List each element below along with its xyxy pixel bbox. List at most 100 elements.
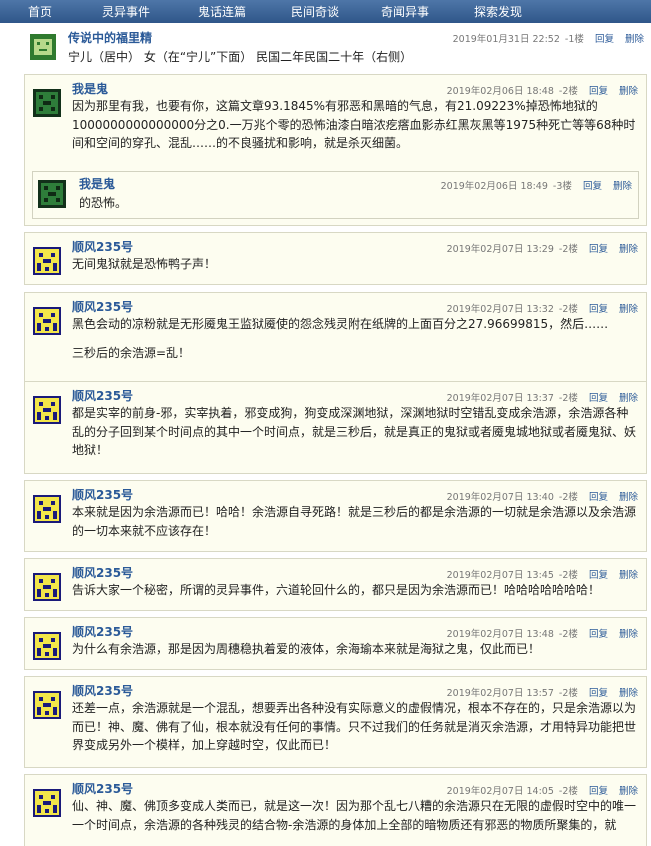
reply-card: 顺风235号 2019年02月07日 13:29 -2楼 回复 删除 无间鬼狱就… — [24, 232, 647, 285]
reply-content: 还差一点，余浩源就是一个混乱，想要弄出各种没有实际意义的虚假情况，根本不存在的，… — [72, 699, 638, 755]
avatar[interactable] — [33, 632, 61, 660]
reply-paragraph: 都是实宰的前身-邪，实宰执着，邪变成狗，狗变成深渊地狱，深渊地狱时空错乱变成余浩… — [72, 406, 637, 457]
avatar[interactable] — [33, 89, 61, 117]
delete-link[interactable]: 删除 — [619, 244, 638, 255]
reply-card: 顺风235号 2019年02月07日 13:37 -2楼 回复 删除 都是实宰的… — [24, 381, 647, 474]
reply-floor: -2楼 — [558, 393, 578, 404]
reply-card: 顺风235号 2019年02月07日 13:48 -2楼 回复 删除 为什么有余… — [24, 617, 647, 670]
delete-link[interactable]: 删除 — [619, 492, 638, 503]
reply-meta: 2019年02月07日 13:48 -2楼 回复 删除 — [447, 626, 638, 640]
reply-link[interactable]: 回复 — [589, 304, 608, 315]
nav-supernatural[interactable]: 灵异事件 — [80, 3, 172, 20]
nav-oddities[interactable]: 奇闻异事 — [358, 3, 452, 20]
reply-content: 无间鬼狱就是恐怖鸭子声！ — [72, 255, 638, 274]
root-post: 传说中的福里精 2019年01月31日 22:52 -1楼 回复 删除 宁儿（居… — [24, 28, 650, 72]
reply-author[interactable]: 我是鬼 — [79, 175, 115, 192]
delete-link[interactable]: 删除 — [619, 688, 638, 699]
reply-time: 2019年02月07日 13:57 — [446, 688, 554, 699]
nav-ghost-stories[interactable]: 鬼话连篇 — [172, 3, 272, 20]
pixel-invader-blue-yellow-icon — [33, 691, 61, 719]
top-nav: 首页 灵异事件 鬼话连篇 民间奇谈 奇闻异事 探索发现 — [0, 0, 651, 23]
pixel-invader-blue-yellow-icon — [33, 307, 61, 335]
nav-explore[interactable]: 探索发现 — [452, 3, 544, 20]
pixel-invader-green-icon — [30, 34, 56, 60]
post-content: 宁儿（居中） 女（在“宁儿”下面） 民国二年民国二十年（右侧） — [68, 50, 413, 64]
reply-time: 2019年02月07日 13:29 — [446, 244, 554, 255]
reply-link[interactable]: 回复 — [589, 570, 608, 581]
avatar[interactable] — [30, 34, 56, 60]
reply-floor: -2楼 — [558, 244, 578, 255]
reply-author[interactable]: 顺风235号 — [72, 387, 133, 404]
pixel-invader-blue-yellow-icon — [33, 495, 61, 523]
reply-floor: -2楼 — [558, 492, 578, 503]
reply-meta: 2019年02月07日 13:57 -2楼 回复 删除 — [447, 685, 638, 699]
reply-author[interactable]: 顺风235号 — [72, 238, 133, 255]
reply-author[interactable]: 顺风235号 — [72, 298, 133, 315]
reply-link[interactable]: 回复 — [589, 86, 608, 97]
reply-author[interactable]: 顺风235号 — [72, 486, 133, 503]
reply-author[interactable]: 顺风235号 — [72, 564, 133, 581]
delete-link[interactable]: 删除 — [619, 304, 638, 315]
reply-card: 我是鬼 2019年02月06日 18:48 -2楼 回复 删除 因为那里有我，也… — [24, 74, 647, 226]
reply-floor: -2楼 — [558, 629, 578, 640]
nav-home[interactable]: 首页 — [0, 3, 80, 20]
post-author[interactable]: 传说中的福里精 — [68, 29, 152, 46]
thread: 传说中的福里精 2019年01月31日 22:52 -1楼 回复 删除 宁儿（居… — [24, 28, 650, 846]
reply-floor: -2楼 — [558, 86, 578, 97]
reply-link[interactable]: 回复 — [595, 34, 614, 45]
avatar[interactable] — [33, 691, 61, 719]
avatar[interactable] — [33, 307, 61, 335]
delete-link[interactable]: 删除 — [619, 570, 638, 581]
pixel-invader-blue-yellow-icon — [33, 247, 61, 275]
reply-floor: -2楼 — [558, 304, 578, 315]
reply-author[interactable]: 我是鬼 — [72, 80, 108, 97]
pixel-invader-blue-yellow-icon — [33, 396, 61, 424]
reply-link[interactable]: 回复 — [583, 181, 602, 192]
reply-paragraph: 因为那里有我，也要有你，这篇文章93.1845%有邪恶和黑暗的气息，有21.09… — [72, 99, 636, 150]
reply-link[interactable]: 回复 — [589, 492, 608, 503]
reply-link[interactable]: 回复 — [589, 629, 608, 640]
reply-meta: 2019年02月07日 14:05 -2楼 回复 删除 — [447, 783, 638, 797]
pixel-invader-green-icon — [38, 180, 66, 208]
reply-content: 黑色会动的凉粉就是无形魇鬼王监狱魇使的怨念残灵附在纸牌的上面百分之27.9669… — [72, 315, 638, 362]
delete-link[interactable]: 删除 — [619, 629, 638, 640]
reply-card: 顺风235号 2019年02月07日 13:57 -2楼 回复 删除 还差一点，… — [24, 676, 647, 768]
reply-card: 顺风235号 2019年02月07日 14:05 -2楼 回复 删除 仙、神、魔… — [24, 774, 647, 846]
avatar[interactable] — [38, 180, 66, 208]
delete-link[interactable]: 删除 — [625, 34, 644, 45]
pixel-invader-green-icon — [33, 89, 61, 117]
reply-paragraph: 三秒后的余浩源=乱！ — [72, 345, 191, 360]
reply-author[interactable]: 顺风235号 — [72, 623, 133, 640]
reply-paragraph: 无间鬼狱就是恐怖鸭子声！ — [72, 257, 217, 271]
reply-content: 告诉大家一个秘密，所谓的灵异事件，六道轮回什么的，都只是因为余浩源而已！哈哈哈哈… — [72, 581, 638, 600]
avatar[interactable] — [33, 396, 61, 424]
reply-floor: -2楼 — [558, 786, 578, 797]
delete-link[interactable]: 删除 — [619, 393, 638, 404]
reply-link[interactable]: 回复 — [589, 688, 608, 699]
reply-link[interactable]: 回复 — [589, 393, 608, 404]
reply-author[interactable]: 顺风235号 — [72, 780, 133, 797]
reply-link[interactable]: 回复 — [589, 244, 608, 255]
delete-link[interactable]: 删除 — [619, 786, 638, 797]
reply-floor: -3楼 — [552, 181, 572, 192]
pixel-invader-blue-yellow-icon — [33, 632, 61, 660]
reply-content: 为什么有余浩源，那是因为周穗稳执着爱的液体，余海瑜本来就是海狱之鬼，仅此而已！ — [72, 640, 638, 659]
post-time: 2019年01月31日 22:52 — [452, 34, 560, 45]
avatar[interactable] — [33, 789, 61, 817]
delete-link[interactable]: 删除 — [613, 181, 632, 192]
reply-paragraph: 仙、神、魔、佛顶多变成人类而已，就是这一次！因为那个乱七八糟的余浩源只在无限的虚… — [72, 799, 637, 832]
delete-link[interactable]: 删除 — [619, 86, 638, 97]
reply-paragraph: 告诉大家一个秘密，所谓的灵异事件，六道轮回什么的，都只是因为余浩源而已！哈哈哈哈… — [72, 583, 601, 597]
reply-meta: 2019年02月06日 18:49 -3楼 回复 删除 — [441, 178, 632, 192]
avatar[interactable] — [33, 495, 61, 523]
reply-meta: 2019年02月06日 18:48 -2楼 回复 删除 — [447, 83, 638, 97]
reply-link[interactable]: 回复 — [589, 786, 608, 797]
avatar[interactable] — [33, 573, 61, 601]
reply-meta: 2019年02月07日 13:45 -2楼 回复 删除 — [447, 567, 638, 581]
reply-content: 本来就是因为余浩源而已！哈哈！余浩源自寻死路！就是三秒后的都是余浩源的一切就是余… — [72, 503, 638, 540]
reply-author[interactable]: 顺风235号 — [72, 682, 133, 699]
avatar[interactable] — [33, 247, 61, 275]
pixel-invader-blue-yellow-icon — [33, 789, 61, 817]
nav-folk-tales[interactable]: 民间奇谈 — [272, 3, 358, 20]
reply-content: 因为那里有我，也要有你，这篇文章93.1845%有邪恶和黑暗的气息，有21.09… — [72, 97, 638, 153]
